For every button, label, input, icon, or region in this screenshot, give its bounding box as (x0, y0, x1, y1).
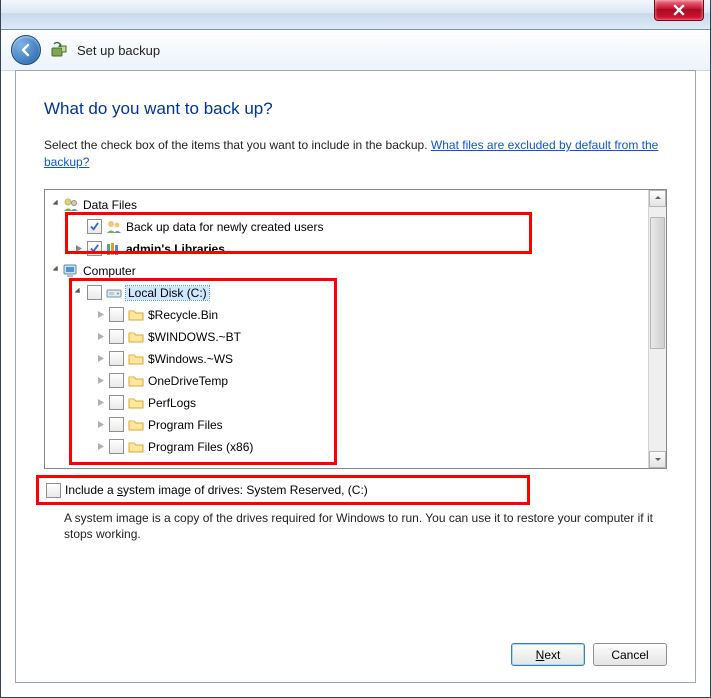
tree-node-admin-libraries[interactable]: admin's Libraries (45, 238, 648, 260)
wizard-window: Set up backup What do you want to back u… (0, 0, 711, 698)
folder-icon (128, 329, 144, 345)
tree-label: Program Files (x86) (148, 440, 253, 454)
checkbox[interactable] (87, 285, 102, 300)
expander-icon[interactable] (73, 244, 85, 253)
next-button[interactable]: Next (511, 643, 585, 666)
checkbox[interactable] (109, 373, 124, 388)
tree-label: $Recycle.Bin (148, 308, 218, 322)
folder-icon (128, 439, 144, 455)
tree-node-folder[interactable]: OneDriveTemp (45, 370, 648, 392)
chevron-down-icon (654, 455, 662, 463)
scroll-up-button[interactable] (649, 190, 666, 207)
sysimage-label: Include a system image of drives: System… (65, 483, 368, 497)
cancel-button[interactable]: Cancel (593, 643, 667, 666)
tree-node-newly-created-users[interactable]: Back up data for newly created users (45, 216, 648, 238)
folder-icon (128, 351, 144, 367)
folder-icon (128, 373, 144, 389)
tree-view: Data Files Back up data for newly create… (44, 189, 667, 469)
page-heading: What do you want to back up? (44, 99, 667, 119)
chevron-up-icon (654, 194, 662, 202)
tree-scroll-area: Data Files Back up data for newly create… (45, 190, 648, 468)
tree-label: Data Files (83, 198, 137, 212)
folder-icon (128, 307, 144, 323)
checkbox[interactable] (109, 439, 124, 454)
back-arrow-icon (18, 42, 34, 58)
tree-node-local-disk[interactable]: Local Disk (C:) (45, 282, 648, 304)
libraries-icon (106, 241, 122, 257)
tree-label: Local Disk (C:) (126, 286, 209, 300)
expander-icon[interactable] (95, 420, 107, 429)
nav-title-text: Set up backup (77, 43, 160, 58)
sysimage-section: Include a system image of drives: System… (44, 481, 667, 500)
tree-label: $WINDOWS.~BT (148, 330, 241, 344)
tree-node-computer[interactable]: Computer (45, 260, 648, 282)
checkbox[interactable] (109, 351, 124, 366)
checkbox[interactable] (46, 483, 61, 498)
tree-label: admin's Libraries (126, 242, 225, 256)
tree-label: PerfLogs (148, 396, 196, 410)
checkbox[interactable] (109, 417, 124, 432)
folder-icon (128, 395, 144, 411)
checkbox[interactable] (87, 241, 102, 256)
tree-label: Back up data for newly created users (126, 220, 323, 234)
checkbox[interactable] (109, 307, 124, 322)
scroll-track[interactable] (649, 207, 666, 451)
expander-icon[interactable] (95, 310, 107, 319)
nav-bar: Set up backup (1, 30, 710, 71)
expander-icon[interactable] (95, 398, 107, 407)
expander-icon[interactable] (95, 376, 107, 385)
back-button[interactable] (11, 35, 41, 65)
users-icon (106, 219, 122, 235)
footer-buttons: Next Cancel (511, 643, 667, 666)
tree-node-folder[interactable]: $Recycle.Bin (45, 304, 648, 326)
expander-icon[interactable] (95, 354, 107, 363)
checkbox[interactable] (87, 219, 102, 234)
tree-node-folder[interactable]: Program Files (x86) (45, 436, 648, 458)
tree-label: Computer (83, 264, 136, 278)
computer-icon (63, 263, 79, 279)
instruction-text: Select the check box of the items that y… (44, 137, 667, 171)
tree-node-folder[interactable]: Program Files (45, 414, 648, 436)
tree-label: $Windows.~WS (148, 352, 233, 366)
tree-node-folder[interactable]: $Windows.~WS (45, 348, 648, 370)
tree-label: Program Files (148, 418, 223, 432)
close-button[interactable] (654, 0, 704, 21)
scroll-thumb[interactable] (650, 217, 665, 349)
expander-icon[interactable] (95, 442, 107, 451)
expander-icon[interactable] (51, 200, 63, 209)
backup-icon (51, 42, 67, 58)
system-image-checkbox-row[interactable]: Include a system image of drives: System… (44, 481, 667, 500)
folder-icon (128, 417, 144, 433)
expander-icon[interactable] (51, 266, 63, 275)
tree-label: OneDriveTemp (148, 374, 228, 388)
checkbox[interactable] (109, 329, 124, 344)
close-icon (673, 4, 685, 16)
nav-title: Set up backup (51, 42, 160, 58)
scrollbar[interactable] (648, 190, 666, 468)
checkbox[interactable] (109, 395, 124, 410)
content-panel: What do you want to back up? Select the … (15, 70, 696, 683)
drive-icon (106, 285, 122, 301)
instruction-pre: Select the check box of the items that y… (44, 138, 431, 152)
sysimage-description: A system image is a copy of the drives r… (44, 500, 667, 544)
scroll-down-button[interactable] (649, 451, 666, 468)
tree-node-folder[interactable]: PerfLogs (45, 392, 648, 414)
users-icon (63, 197, 79, 213)
expander-icon[interactable] (73, 288, 85, 297)
tree-node-data-files[interactable]: Data Files (45, 194, 648, 216)
expander-icon[interactable] (95, 332, 107, 341)
tree-node-folder[interactable]: $WINDOWS.~BT (45, 326, 648, 348)
titlebar (1, 0, 710, 30)
